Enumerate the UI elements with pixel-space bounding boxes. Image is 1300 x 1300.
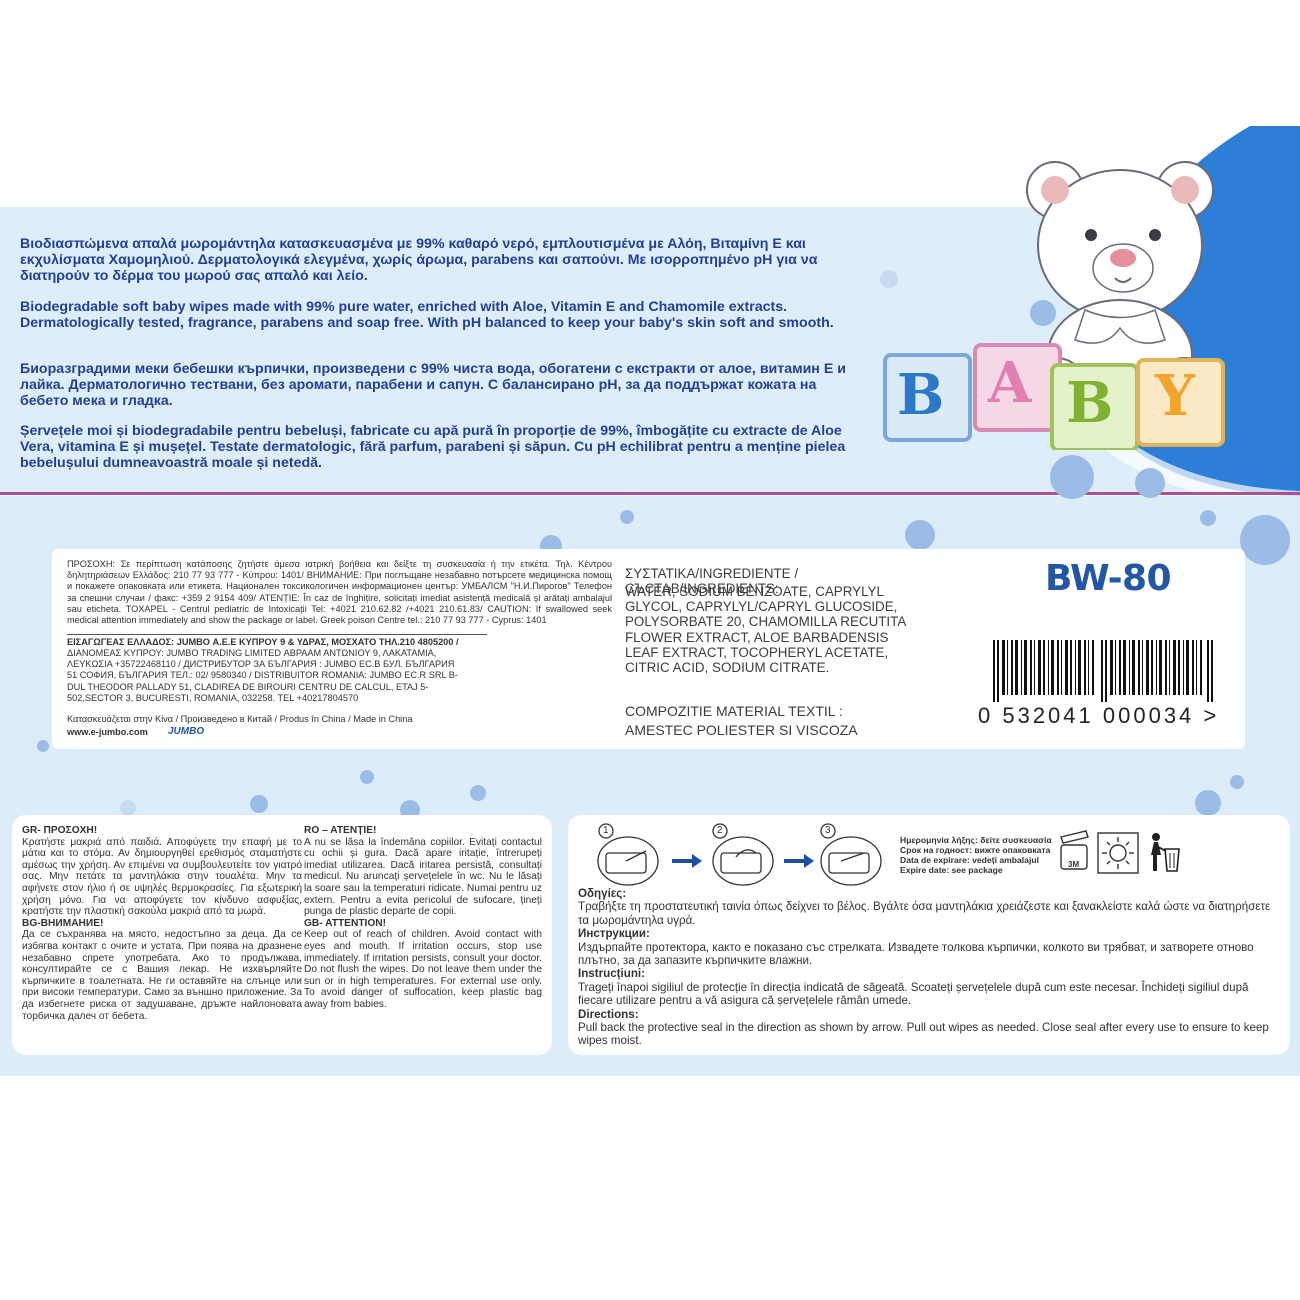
- months-label: 3M: [1068, 860, 1080, 869]
- description-english: Biodegradable soft baby wipes made with …: [20, 299, 834, 331]
- description-greek: Βιοδιασπώμενα απαλά μωρομάντηλα κατασκευ…: [20, 236, 818, 284]
- block-letter-y: Y: [1155, 363, 1195, 429]
- directions-ro-text: Trageți înapoi sigiliul de protecție în …: [578, 980, 1249, 1008]
- poison-warning-text: ΠΡΟΣΟΧΗ: Σε περίπτωση κατάποσης ζητήστε …: [67, 559, 612, 626]
- directions-ro-title: Instrucțiuni:: [578, 967, 645, 981]
- product-code: BW-80: [1045, 558, 1172, 599]
- warnings-column-right: RO – ATENȚIE! A nu se lăsa la îndemâna c…: [304, 825, 542, 1011]
- warnings-panel: GR- ΠΡΟΣΟΧΗ! Κρατήστε μακριά από παιδιά.…: [12, 815, 552, 1055]
- directions-bg-text: Издърпайте протектора, както е показано …: [578, 940, 1254, 968]
- bubble-decoration: [1230, 775, 1244, 789]
- warning-bg-text: Да се съхранява на място, недостъпно за …: [22, 929, 302, 1022]
- directions-panel: 1 2 3 Ημερομηνία λήξης: δείτε συσκευασία…: [568, 815, 1290, 1055]
- step-number: 2: [717, 825, 723, 836]
- directions-en-title: Directions:: [578, 1007, 639, 1021]
- step-number: 3: [825, 825, 831, 836]
- step-number: 1: [603, 825, 609, 836]
- textile-title: COMPOZITIE MATERIAL TEXTIL :: [625, 703, 843, 719]
- warning-gr-title: GR- ΠΡΟΣΟΧΗ!: [22, 825, 98, 836]
- bubble-decoration: [620, 510, 634, 524]
- directions-bg-title: Инструкции:: [578, 927, 650, 941]
- barcode: [993, 640, 1213, 702]
- textile-value: AMESTEC POLIESTER SI VISCOZA: [625, 722, 858, 738]
- bubble-decoration: [37, 740, 49, 752]
- website-link[interactable]: www.e-jumbo.com: [67, 727, 148, 738]
- bubble-decoration: [360, 770, 374, 784]
- directions-en-text: Pull back the protective seal in the dir…: [578, 1021, 1269, 1048]
- bubble-decoration: [1135, 468, 1165, 498]
- underline-divider: [67, 634, 487, 635]
- steps-illustration: [597, 823, 882, 886]
- distributor-text: ΔΙΑΝΟΜΕΑΣ ΚΥΠΡΟΥ: JUMBO TRADING LIMITED …: [67, 648, 458, 703]
- expiry-en: Expire date: see package: [900, 865, 1003, 875]
- bubble-decoration: [905, 520, 935, 550]
- bubble-decoration: [250, 795, 268, 813]
- expiry-ro: Data de expirare: vedeți ambalajul: [900, 855, 1039, 865]
- description-bulgarian: Биоразградими меки бебешки кърпички, про…: [20, 361, 846, 409]
- warning-bg-title: BG-ВНИМАНИЕ!: [22, 917, 104, 929]
- directions-gr-text: Τραβήξτε τη προστατευτική ταινία όπως δε…: [578, 900, 1271, 927]
- bubble-decoration: [880, 270, 898, 288]
- warning-gr-text: Κρατήστε μακριά από παιδιά. Αποφύγετε τη…: [22, 836, 302, 918]
- block-letter-b: B: [897, 362, 945, 428]
- block-letter-a: A: [988, 350, 1032, 416]
- expiry-gr: Ημερομηνία λήξης: δείτε συσκευασία: [900, 835, 1052, 845]
- bubble-decoration: [1050, 455, 1094, 499]
- made-in-text: Κατασκευάζεται στην Κίνα / Произведено в…: [67, 714, 413, 724]
- barcode-digits: 0 532041 000034 >: [978, 703, 1220, 728]
- ingredients-list: WATER, SODIUM BENZOATE, CAPRYLYL GLYCOL,…: [625, 584, 906, 676]
- warnings-column-left: GR- ΠΡΟΣΟΧΗ! Κρατήστε μακριά από παιδιά.…: [22, 825, 302, 1022]
- warning-gb-text: Keep out of reach of children. Avoid con…: [304, 929, 542, 1010]
- warning-ro-text: A nu se lăsa la îndemâna copiilor. Evita…: [304, 836, 542, 918]
- bubble-decoration: [1200, 510, 1216, 526]
- divider-line: [0, 492, 1300, 495]
- description-romanian: Șervețele moi și biodegradabile pentru b…: [20, 423, 846, 471]
- importer-text: ΕΙΣΑΓΩΓΕΑΣ ΕΛΛΑΔΟΣ: JUMBO Α.Ε.Ε ΚΥΠΡΟΥ 9…: [67, 637, 459, 647]
- bubble-decoration: [1195, 790, 1221, 816]
- jumbo-logo: JUMBO: [168, 726, 205, 737]
- bubble-decoration: [120, 800, 136, 816]
- block-letter-b: B: [1066, 370, 1114, 436]
- warning-gb-title: GB- ATTENTION!: [304, 917, 387, 929]
- dispose-in-bin-icon: [1151, 833, 1180, 872]
- no-sun-icon: [1097, 832, 1139, 874]
- directions-gr-title: Οδηγίες:: [578, 887, 627, 900]
- bubble-decoration: [470, 785, 486, 801]
- bubble-decoration: [1240, 515, 1290, 565]
- directions-text: Οδηγίες: Τραβήξτε τη προστατευτική ταινί…: [578, 887, 1283, 1048]
- warning-ro-title: RO – ATENȚIE!: [304, 825, 377, 836]
- expiry-bg: Срок на годност: вижте опаковката: [900, 845, 1051, 855]
- expiry-info: Ημερομηνία λήξης: δείτε συσκευασία Срок …: [900, 835, 1060, 875]
